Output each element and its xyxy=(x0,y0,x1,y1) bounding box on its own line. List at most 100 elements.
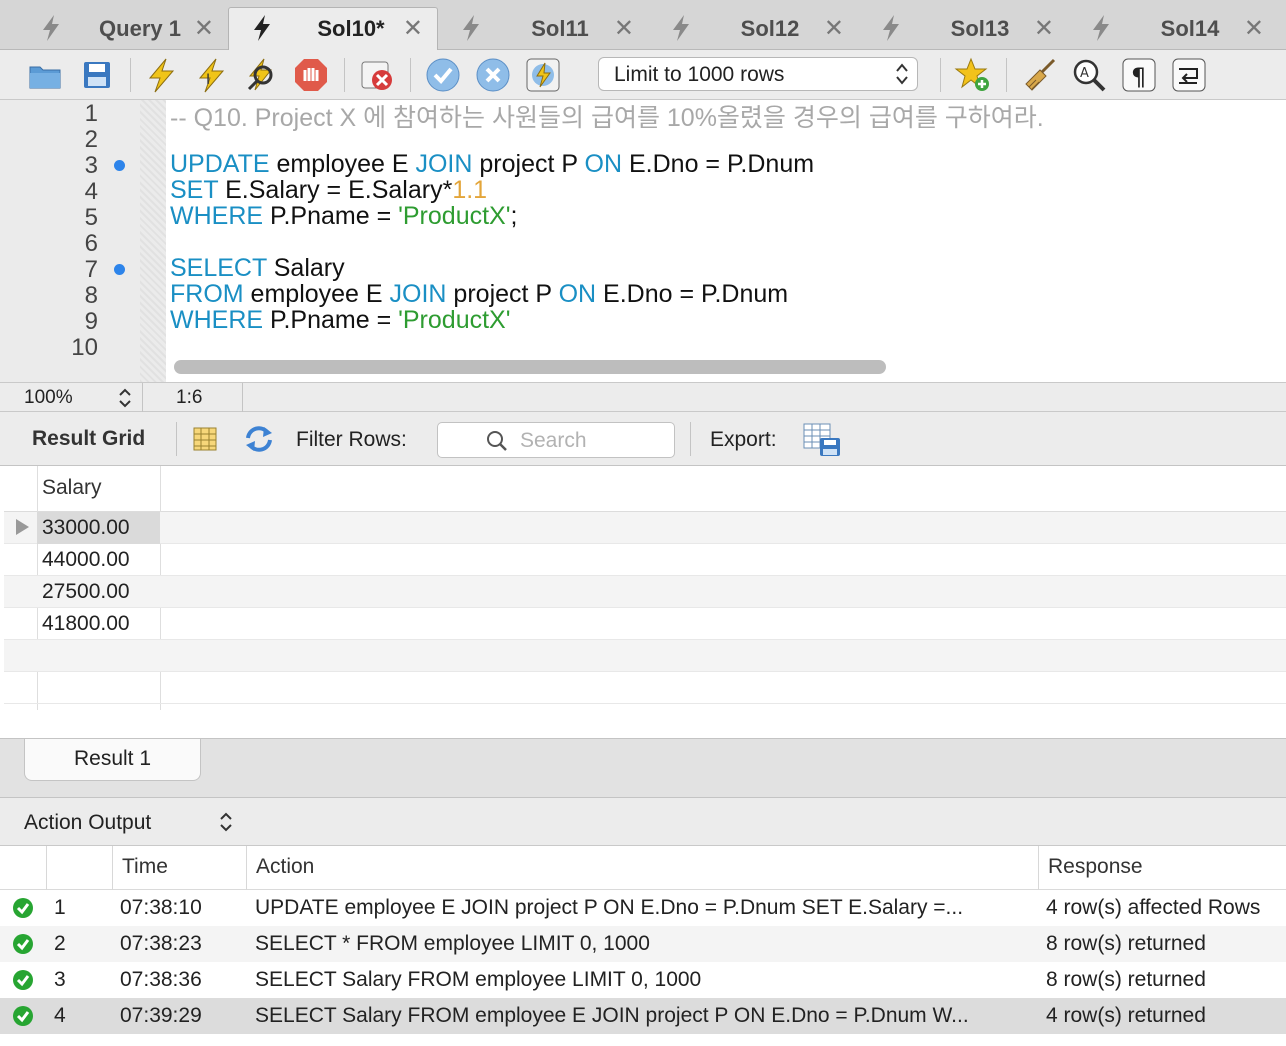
export-icon[interactable] xyxy=(802,422,842,458)
cursor-position: 1:6 xyxy=(176,387,203,408)
line-number: 8 xyxy=(84,282,98,309)
code-line-1: -- Q10. Project X 에 참여하는 사원들의 급여를 10%올렸을… xyxy=(170,104,1044,132)
limit-rows-select[interactable]: Limit to 1000 rows xyxy=(598,57,918,91)
lightning-icon xyxy=(254,15,270,41)
table-row[interactable]: 44000.00 xyxy=(4,544,1286,576)
close-icon[interactable]: ✕ xyxy=(1244,14,1264,43)
success-check-icon xyxy=(13,970,33,990)
code-line-7: SELECT Salary xyxy=(170,254,345,282)
explain-icon[interactable] xyxy=(242,56,280,94)
lightning-icon xyxy=(883,15,899,41)
action-row-number: 3 xyxy=(54,968,66,991)
table-cell[interactable]: 41800.00 xyxy=(42,612,130,636)
current-row-indicator-icon xyxy=(16,519,29,535)
close-icon[interactable]: ✕ xyxy=(824,14,844,43)
tab-sol12[interactable]: Sol12 ✕ xyxy=(648,8,858,50)
close-icon[interactable]: ✕ xyxy=(1034,14,1054,43)
chevron-updown-icon[interactable] xyxy=(218,810,234,834)
beautify-broom-icon[interactable] xyxy=(1020,56,1058,94)
action-text: SELECT Salary FROM employee LIMIT 0, 100… xyxy=(255,968,702,991)
tab-result-1[interactable]: Result 1 xyxy=(24,739,201,781)
table-cell[interactable]: 27500.00 xyxy=(42,580,130,604)
editor-status-bar: 100% 1:6 xyxy=(0,382,1286,413)
execute-icon[interactable] xyxy=(142,56,180,94)
horizontal-scrollbar[interactable] xyxy=(174,360,886,374)
table-row[interactable]: 33000.00 xyxy=(4,512,1286,544)
action-output-select[interactable]: Action Output xyxy=(24,811,151,835)
table-cell[interactable]: 44000.00 xyxy=(42,548,130,572)
result-grid-label: Result Grid xyxy=(32,427,146,450)
refresh-icon[interactable] xyxy=(242,424,276,454)
save-icon[interactable] xyxy=(78,56,116,94)
action-text: SELECT * FROM employee LIMIT 0, 1000 xyxy=(255,932,650,955)
close-icon[interactable]: ✕ xyxy=(403,14,423,43)
action-response: 4 row(s) affected Rows xyxy=(1046,896,1261,919)
code-line-8: FROM employee E JOIN project P ON E.Dno … xyxy=(170,280,789,308)
sql-editor-toolbar: I Limit to 1000 rows A ¶ xyxy=(0,50,1286,100)
grid-header: Salary xyxy=(4,466,1286,512)
code-line-5: WHERE P.Pname = 'ProductX'; xyxy=(170,202,518,230)
tab-sol10[interactable]: Sol10* ✕ xyxy=(228,7,438,50)
empty-row xyxy=(4,672,1286,704)
tab-label: Sol11 xyxy=(531,16,589,41)
add-snippet-star-icon[interactable] xyxy=(954,56,992,94)
search-placeholder: Search xyxy=(520,429,587,452)
column-header-response[interactable]: Response xyxy=(1048,855,1143,879)
lightning-icon xyxy=(1093,15,1109,41)
chevron-updown-icon[interactable] xyxy=(117,386,133,410)
lightning-icon xyxy=(43,15,59,41)
lightning-icon xyxy=(463,15,479,41)
word-wrap-icon[interactable] xyxy=(1170,56,1208,94)
find-icon[interactable]: A xyxy=(1070,56,1108,94)
stop-icon[interactable] xyxy=(292,56,330,94)
chevron-updown-icon xyxy=(896,63,908,85)
tab-query-1[interactable]: Query 1 ✕ xyxy=(18,8,228,50)
success-check-icon xyxy=(13,1006,33,1026)
tab-sol14[interactable]: Sol14 ✕ xyxy=(1068,8,1278,50)
column-header-salary[interactable]: Salary xyxy=(42,476,102,500)
result-tab-bar: Result 1 xyxy=(0,738,1286,798)
error-toggle-icon[interactable] xyxy=(358,56,396,94)
code-line-3: UPDATE employee E JOIN project P ON E.Dn… xyxy=(170,150,815,178)
sql-editor[interactable]: 1 2 3 4 5 6 7 8 9 10 -- Q10. Project X 에… xyxy=(0,100,1286,382)
close-icon[interactable]: ✕ xyxy=(194,14,214,43)
success-check-icon xyxy=(13,934,33,954)
close-icon[interactable]: ✕ xyxy=(614,14,634,43)
column-header-time[interactable]: Time xyxy=(122,855,168,879)
action-row-number: 2 xyxy=(54,932,66,955)
tab-label: Sol10* xyxy=(317,16,385,41)
execute-current-icon[interactable]: I xyxy=(192,56,230,94)
table-row[interactable]: 41800.00 xyxy=(4,608,1286,640)
table-row[interactable]: 27500.00 xyxy=(4,576,1286,608)
action-row[interactable]: 2 07:38:23 SELECT * FROM employee LIMIT … xyxy=(0,926,1286,962)
tab-sol13[interactable]: Sol13 ✕ xyxy=(858,8,1068,50)
line-number-gutter: 1 2 3 4 5 6 7 8 9 10 xyxy=(0,100,166,382)
action-response: 8 row(s) returned xyxy=(1046,968,1206,991)
action-output-table: Time Action Response 1 07:38:10 UPDATE e… xyxy=(0,846,1286,1046)
svg-text:A: A xyxy=(1080,66,1089,81)
invisible-chars-icon[interactable]: ¶ xyxy=(1120,56,1158,94)
tab-sol11[interactable]: Sol11 ✕ xyxy=(438,8,648,50)
result-toolbar: Result Grid Filter Rows: Search Export: xyxy=(0,412,1286,466)
commit-icon[interactable] xyxy=(424,56,462,94)
action-output-columns: Time Action Response xyxy=(0,846,1286,890)
action-text: SELECT Salary FROM employee E JOIN proje… xyxy=(255,1004,969,1027)
code-line-4: SET E.Salary = E.Salary*1.1 xyxy=(170,176,488,204)
action-time: 07:38:36 xyxy=(120,968,202,991)
action-response: 8 row(s) returned xyxy=(1046,932,1206,955)
grid-view-icon[interactable] xyxy=(192,426,218,452)
statement-marker-icon[interactable] xyxy=(114,160,125,171)
action-row[interactable]: 3 07:38:36 SELECT Salary FROM employee L… xyxy=(0,962,1286,998)
action-row[interactable]: 4 07:39:29 SELECT Salary FROM employee E… xyxy=(0,998,1286,1034)
autocommit-icon[interactable] xyxy=(524,56,562,94)
column-header-action[interactable]: Action xyxy=(256,855,314,879)
filter-search-input[interactable]: Search xyxy=(437,422,675,458)
lightning-icon xyxy=(673,15,689,41)
action-row[interactable]: 1 07:38:10 UPDATE employee E JOIN projec… xyxy=(0,890,1286,926)
open-folder-icon[interactable] xyxy=(26,56,64,94)
rollback-icon[interactable] xyxy=(474,56,512,94)
table-cell[interactable]: 33000.00 xyxy=(42,516,130,540)
line-number: 5 xyxy=(84,204,98,231)
tab-label: Sol14 xyxy=(1160,16,1220,41)
statement-marker-icon[interactable] xyxy=(114,264,125,275)
